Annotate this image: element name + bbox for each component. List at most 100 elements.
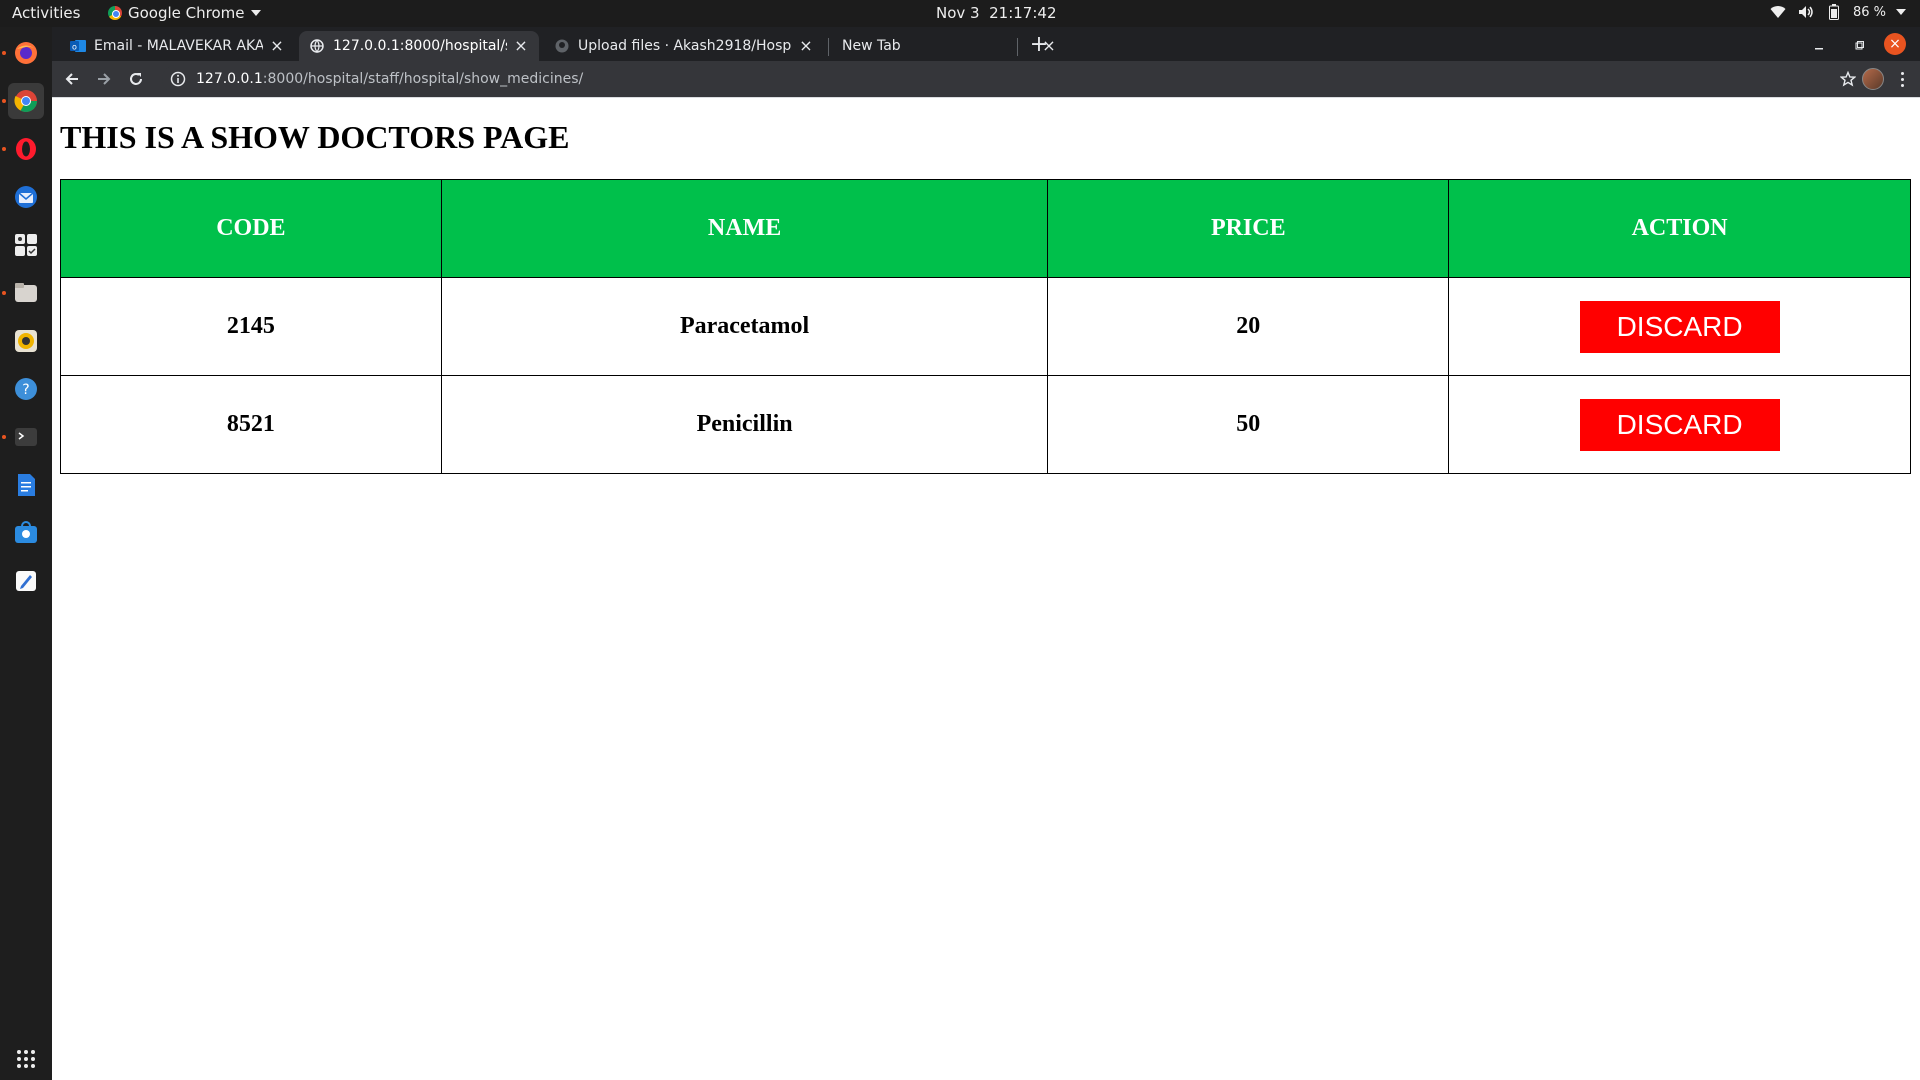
cell-price: 50 <box>1047 375 1450 474</box>
dock-software[interactable] <box>8 515 44 551</box>
address-bar[interactable]: 127.0.0.1:8000/hospital/staff/hospital/s… <box>162 65 1852 93</box>
column-header-code: CODE <box>60 179 442 278</box>
thunderbird-icon <box>15 186 37 208</box>
column-header-name: NAME <box>440 179 1049 278</box>
browser-window: o Email - MALAVEKAR AKASH × 127.0.0.1:80… <box>52 27 1920 1080</box>
maximize-button[interactable] <box>1847 34 1871 58</box>
chrome-icon <box>14 90 37 112</box>
chrome-icon <box>108 6 122 20</box>
dock-writer[interactable] <box>8 467 44 503</box>
firefox-icon <box>15 42 37 64</box>
text-editor-icon <box>16 571 36 591</box>
cell-code: 8521 <box>60 375 442 474</box>
dock-files[interactable] <box>2 275 44 311</box>
running-indicator <box>2 435 6 439</box>
dock: ? <box>0 27 52 1080</box>
info-icon[interactable] <box>170 71 186 87</box>
tab-strip: o Email - MALAVEKAR AKASH × 127.0.0.1:80… <box>52 27 1920 61</box>
table-header-row: CODE NAME PRICE ACTION <box>60 179 1911 278</box>
minimize-button[interactable] <box>1807 34 1831 58</box>
close-icon[interactable]: × <box>798 38 814 54</box>
dock-terminal[interactable] <box>2 419 44 455</box>
writer-icon <box>18 474 35 496</box>
discard-button[interactable]: DISCARD <box>1579 398 1780 451</box>
url-host: 127.0.0.1 <box>196 71 263 87</box>
activities-button[interactable]: Activities <box>12 4 80 22</box>
new-tab-button[interactable]: + <box>1027 34 1051 58</box>
files-icon <box>15 283 37 302</box>
tab-title: 127.0.0.1:8000/hospital/staff/hospital/s… <box>333 38 507 54</box>
show-applications-button[interactable] <box>8 1041 44 1077</box>
chevron-down-icon <box>1896 9 1906 15</box>
cell-price: 20 <box>1047 277 1450 376</box>
close-icon[interactable]: × <box>513 38 529 54</box>
column-header-price: PRICE <box>1047 179 1450 278</box>
table-row: 8521 Penicillin 50 DISCARD <box>60 375 1911 474</box>
profile-avatar[interactable] <box>1862 68 1884 90</box>
globe-icon <box>309 38 325 54</box>
tab-show-medicines[interactable]: 127.0.0.1:8000/hospital/staff/hospital/s… <box>299 31 539 61</box>
discard-button[interactable]: DISCARD <box>1579 300 1780 353</box>
table-row: 2145 Paracetamol 20 DISCARD <box>60 277 1911 376</box>
tab-separator <box>1017 38 1018 56</box>
tab-separator <box>828 38 829 56</box>
cell-code: 2145 <box>60 277 442 376</box>
dock-opera[interactable] <box>2 131 44 167</box>
chevron-down-icon <box>250 10 261 16</box>
cell-name: Paracetamol <box>440 277 1049 376</box>
tab-title: New Tab <box>842 38 901 54</box>
tab-upload-files[interactable]: Upload files · Akash2918/Hospital × <box>544 31 824 61</box>
star-icon <box>1840 71 1856 87</box>
browser-toolbar: 127.0.0.1:8000/hospital/staff/hospital/s… <box>52 61 1920 97</box>
system-top-bar: Activities Google Chrome Nov 3 21:17:42 … <box>0 0 1920 27</box>
url-text[interactable]: 127.0.0.1:8000/hospital/staff/hospital/s… <box>196 71 583 87</box>
window-close-button[interactable]: × <box>1884 33 1906 55</box>
dock-chrome[interactable] <box>2 83 44 119</box>
reload-button[interactable] <box>124 67 148 91</box>
menu-dot <box>1900 71 1904 75</box>
show-applications-icon <box>17 1050 35 1068</box>
chrome-menu-button[interactable] <box>1890 67 1914 91</box>
tab-title: Email - MALAVEKAR AKASH <box>94 38 263 54</box>
cell-name: Penicillin <box>440 375 1049 474</box>
battery-percentage: 86 % <box>1852 4 1886 20</box>
clock[interactable]: Nov 3 21:17:42 <box>936 4 1057 22</box>
reload-icon <box>130 73 142 85</box>
battery-icon <box>1825 3 1843 21</box>
dock-apps-manager[interactable] <box>8 227 44 263</box>
tab-title: Upload files · Akash2918/Hospital <box>578 38 792 54</box>
wifi-icon <box>1769 3 1787 21</box>
dock-rhythmbox[interactable] <box>8 323 44 359</box>
close-icon[interactable]: × <box>269 38 285 54</box>
dock-thunderbird[interactable] <box>8 179 44 215</box>
url-path: :8000/hospital/staff/hospital/show_medic… <box>262 71 584 87</box>
menu-dot <box>1900 77 1904 81</box>
page-title: THIS IS A SHOW DOCTORS PAGE <box>60 119 570 155</box>
apps-manager-icon <box>15 234 37 256</box>
software-icon <box>15 521 37 543</box>
tab-email[interactable]: o Email - MALAVEKAR AKASH × <box>60 31 295 61</box>
app-menu-label: Google Chrome <box>128 4 245 22</box>
opera-icon <box>16 138 36 160</box>
dock-text-editor[interactable] <box>8 563 44 599</box>
app-menu[interactable]: Google Chrome <box>108 4 261 22</box>
back-button[interactable] <box>60 67 84 91</box>
outlook-icon: o <box>70 38 86 54</box>
volume-icon <box>1797 3 1815 21</box>
page-viewport: THIS IS A SHOW DOCTORS PAGE CODE NAME PR… <box>52 97 1920 1080</box>
cell-action: DISCARD <box>1448 277 1911 376</box>
dock-firefox[interactable] <box>2 35 44 71</box>
running-indicator <box>2 291 6 295</box>
dock-help[interactable]: ? <box>8 371 44 407</box>
running-indicator <box>2 51 6 55</box>
column-header-action: ACTION <box>1448 179 1911 278</box>
system-tray[interactable]: 86 % <box>1769 3 1906 21</box>
menu-dot <box>1900 83 1904 87</box>
bookmark-star-button[interactable] <box>1836 67 1860 91</box>
svg-text:?: ? <box>22 382 29 398</box>
rhythmbox-icon <box>15 330 37 352</box>
github-icon <box>554 38 570 54</box>
forward-button[interactable] <box>92 67 116 91</box>
running-indicator <box>2 147 6 151</box>
svg-text:o: o <box>72 43 77 52</box>
